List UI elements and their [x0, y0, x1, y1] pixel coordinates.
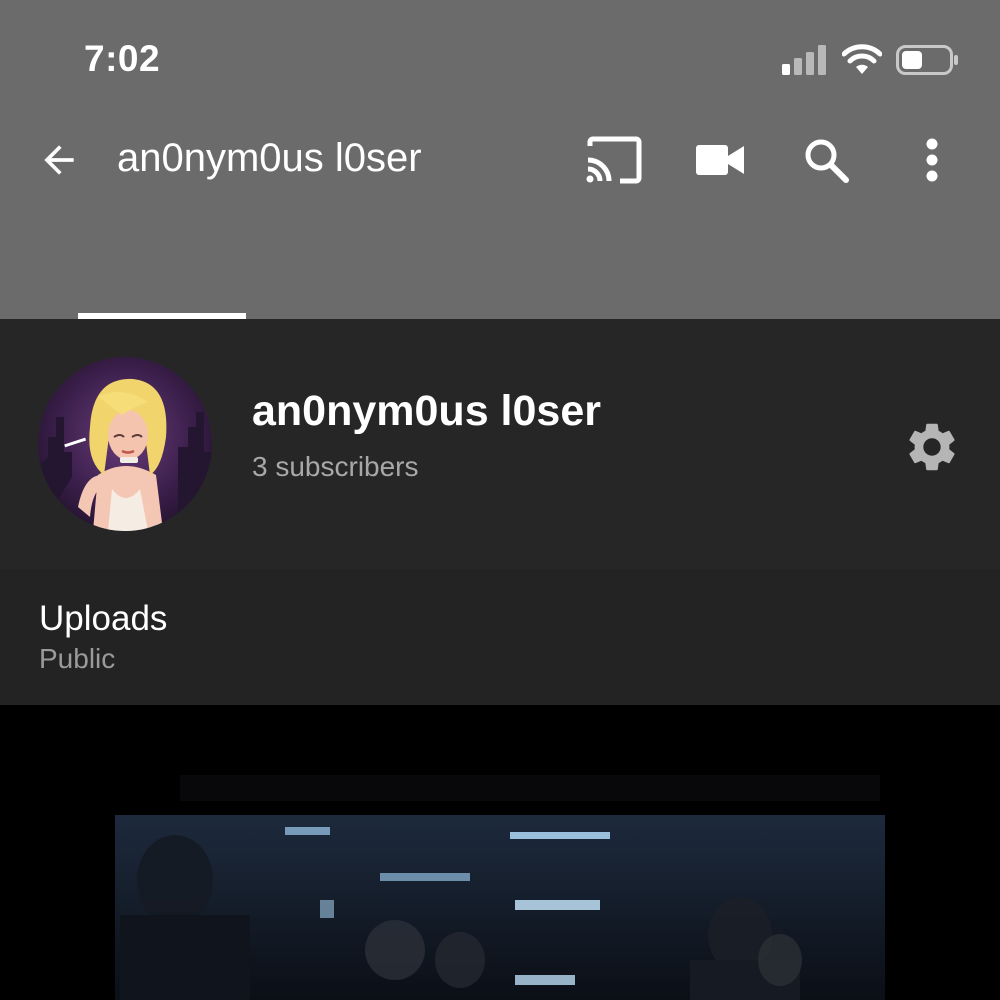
- avatar[interactable]: [38, 357, 212, 531]
- status-time: 7:02: [84, 38, 161, 79]
- cast-button[interactable]: [582, 134, 644, 186]
- appbar-title: an0nym0us l0ser: [117, 136, 422, 180]
- uploads-visibility: Public: [39, 643, 116, 674]
- arrow-back-icon: [44, 145, 74, 175]
- create-video-button[interactable]: [694, 138, 746, 182]
- video-frame: [0, 705, 1000, 1000]
- search-button[interactable]: [800, 134, 852, 186]
- header: 7:02 an0nym0us l0ser: [0, 0, 1000, 319]
- screen: 7:02 an0nym0us l0ser an0nym0us l0ser 3 s…: [0, 0, 1000, 1000]
- wifi-icon: [842, 44, 882, 74]
- channel-header: an0nym0us l0ser 3 subscribers: [0, 319, 1000, 569]
- status-icons: [782, 40, 960, 80]
- channel-name: an0nym0us l0ser: [252, 387, 601, 435]
- uploads-title: Uploads: [39, 599, 168, 638]
- cellular-signal-icon: [782, 45, 826, 75]
- channel-settings-button[interactable]: [903, 418, 961, 476]
- uploads-section[interactable]: Uploads Public: [0, 569, 1000, 705]
- avatar-image: [38, 357, 212, 531]
- video-thumbnail[interactable]: [0, 705, 1000, 1000]
- search-icon: [805, 139, 849, 183]
- more-vert-icon: [926, 138, 938, 182]
- battery-icon: [896, 45, 958, 75]
- gear-icon: [909, 423, 955, 471]
- back-button[interactable]: [34, 135, 84, 185]
- subscriber-count: 3 subscribers: [252, 451, 419, 482]
- more-options-button[interactable]: [912, 134, 952, 186]
- video-camera-icon: [696, 145, 744, 175]
- cast-icon: [586, 136, 642, 184]
